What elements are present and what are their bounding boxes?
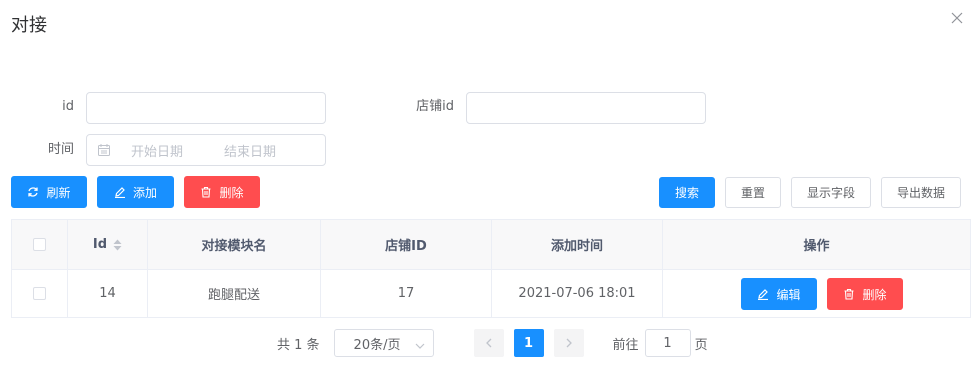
delete-button[interactable]: 删除: [184, 176, 260, 208]
page-size-select[interactable]: 20条/页: [333, 329, 434, 357]
refresh-label: 刷新: [46, 185, 71, 200]
next-page-button[interactable]: [553, 329, 584, 357]
export-label: 导出数据: [896, 186, 945, 200]
header-id[interactable]: Id: [68, 220, 148, 269]
date-range-picker[interactable]: 开始日期 结束日期: [86, 134, 326, 166]
row-edit-button[interactable]: 编辑: [741, 278, 817, 310]
header-id-label: Id: [92, 237, 108, 252]
chevron-right-icon: [566, 338, 572, 348]
goto-label: 前往: [612, 337, 639, 353]
start-date-placeholder[interactable]: 开始日期: [131, 141, 183, 160]
cell-add-time: 2021-07-06 18:01: [492, 270, 663, 317]
trash-icon: [843, 288, 855, 300]
cell-module-name: 跑腿配送: [148, 270, 321, 317]
header-store-id: 店铺ID: [321, 220, 492, 269]
show-columns-label: 显示字段: [806, 186, 855, 200]
store-id-input[interactable]: [466, 92, 706, 124]
trash-icon: [200, 186, 212, 198]
sort-icon[interactable]: [113, 239, 122, 251]
header-select-cell: [12, 220, 68, 269]
delete-label: 删除: [219, 185, 244, 200]
edit-icon: [757, 288, 769, 300]
dialog-title: 对接: [11, 15, 47, 36]
table-row: 14 跑腿配送 17 2021-07-06 18:01 编辑 删除: [12, 270, 970, 318]
end-date-placeholder[interactable]: 结束日期: [224, 141, 276, 160]
page-unit-label: 页: [694, 337, 708, 353]
row-select-cell: [12, 270, 68, 317]
select-all-checkbox[interactable]: [33, 238, 46, 251]
pagination-total: 共 1 条: [277, 337, 320, 353]
pagination: 共 1 条 20条/页 1 前往 页: [277, 328, 708, 358]
row-checkbox[interactable]: [33, 287, 46, 300]
chevron-left-icon: [485, 338, 492, 348]
store-id-label: 店铺id: [416, 99, 454, 114]
search-button[interactable]: 搜索: [659, 177, 715, 208]
page-size-value: 20条/页: [353, 337, 401, 353]
prev-page-button[interactable]: [473, 329, 504, 357]
reset-button[interactable]: 重置: [725, 177, 781, 208]
row-delete-label: 删除: [862, 287, 887, 302]
show-columns-button[interactable]: 显示字段: [791, 177, 871, 208]
table-header-row: Id 对接模块名 店铺ID 添加时间 操作: [12, 220, 970, 270]
reset-label: 重置: [740, 186, 765, 200]
calendar-icon: [97, 143, 111, 157]
time-label: 时间: [47, 142, 74, 157]
search-label: 搜索: [674, 186, 699, 200]
cell-id: 14: [68, 270, 148, 317]
close-button[interactable]: [947, 8, 967, 28]
header-module-name: 对接模块名: [148, 220, 321, 269]
goto-page-input[interactable]: [644, 329, 691, 357]
add-label: 添加: [132, 185, 157, 200]
row-delete-button[interactable]: 删除: [827, 278, 903, 310]
data-table: Id 对接模块名 店铺ID 添加时间 操作 14 跑腿配送 17 2021-07…: [11, 219, 971, 318]
header-add-time: 添加时间: [492, 220, 663, 269]
cell-store-id: 17: [321, 270, 492, 317]
edit-icon: [114, 186, 126, 198]
cell-actions: 编辑 删除: [663, 270, 970, 317]
row-edit-label: 编辑: [776, 287, 801, 302]
header-actions: 操作: [803, 239, 830, 254]
refresh-icon: [27, 186, 39, 198]
add-button[interactable]: 添加: [97, 176, 174, 208]
close-icon: [951, 12, 963, 24]
id-input[interactable]: [86, 92, 326, 124]
refresh-button[interactable]: 刷新: [11, 176, 87, 208]
chevron-down-icon: [415, 339, 425, 354]
page-number-button[interactable]: 1: [513, 329, 544, 357]
export-button[interactable]: 导出数据: [881, 177, 961, 208]
id-label: id: [62, 99, 74, 114]
